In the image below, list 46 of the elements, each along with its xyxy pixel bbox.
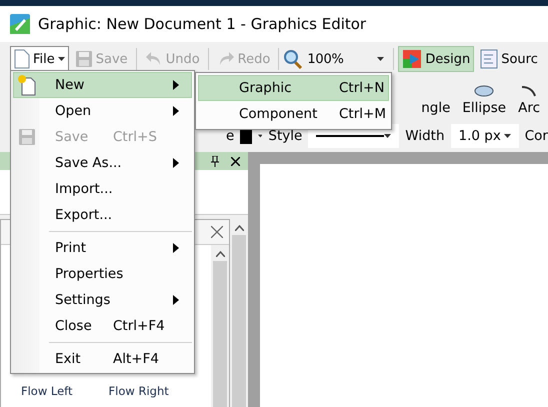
menu-item[interactable]: Settings [13, 287, 192, 313]
caret-icon [258, 134, 262, 138]
menu-item[interactable]: Open [13, 98, 192, 124]
line-width-combo[interactable]: 1.0 px [450, 124, 519, 148]
window-title: Graphic: New Document 1 - Graphics Editor [38, 15, 366, 33]
component-label: Flow Right [108, 384, 169, 398]
view-tab[interactable]: Design [398, 46, 474, 72]
style-label: Style [268, 128, 302, 144]
zoom-icon [283, 49, 304, 69]
save-icon [18, 128, 36, 146]
rectangle-tool[interactable]: ngle [421, 100, 450, 116]
save-icon [74, 50, 93, 68]
toolbar-label: Cor [524, 128, 548, 144]
scrollbar-thumb[interactable] [213, 261, 227, 407]
menu-item[interactable]: Close Ctrl+F4 [13, 313, 192, 339]
file-menu-button[interactable]: File [10, 46, 69, 72]
menu-item[interactable]: Graphic Ctrl+N [198, 75, 389, 101]
menu-item[interactable]: Save As... [13, 150, 192, 176]
design-icon [402, 49, 422, 69]
source-icon [480, 49, 498, 69]
menu-item[interactable]: Print [13, 235, 192, 261]
caret-icon [377, 57, 384, 61]
menu-item[interactable]: Exit Alt+F4 [13, 346, 192, 372]
new-document-icon [16, 74, 38, 96]
view-tab[interactable]: Sourc [476, 46, 542, 72]
menu-item[interactable]: Export... [13, 202, 192, 228]
component-label: Flow Left [21, 384, 73, 398]
menu-item[interactable]: Import... [13, 176, 192, 202]
menu-item[interactable]: Properties [13, 261, 192, 287]
ellipse-icon [474, 85, 494, 97]
menu-item[interactable]: Component Ctrl+M [198, 101, 389, 127]
app-icon [10, 14, 30, 34]
ellipse-tool[interactable]: Ellipse [462, 85, 506, 116]
scroll-up-icon[interactable] [234, 225, 244, 231]
arc-icon [521, 85, 538, 97]
width-label: Width [405, 128, 445, 144]
arc-tool[interactable]: Arc [518, 85, 540, 116]
menu-item[interactable]: New [13, 72, 192, 98]
scroll-up-icon[interactable] [216, 251, 224, 257]
caret-icon [504, 134, 511, 138]
pin-icon[interactable] [211, 156, 219, 166]
caret-icon [58, 57, 65, 61]
scrollbar-thumb[interactable] [232, 235, 246, 407]
close-icon[interactable] [231, 156, 240, 166]
line-label: e [226, 128, 234, 144]
caret-icon [384, 134, 392, 138]
